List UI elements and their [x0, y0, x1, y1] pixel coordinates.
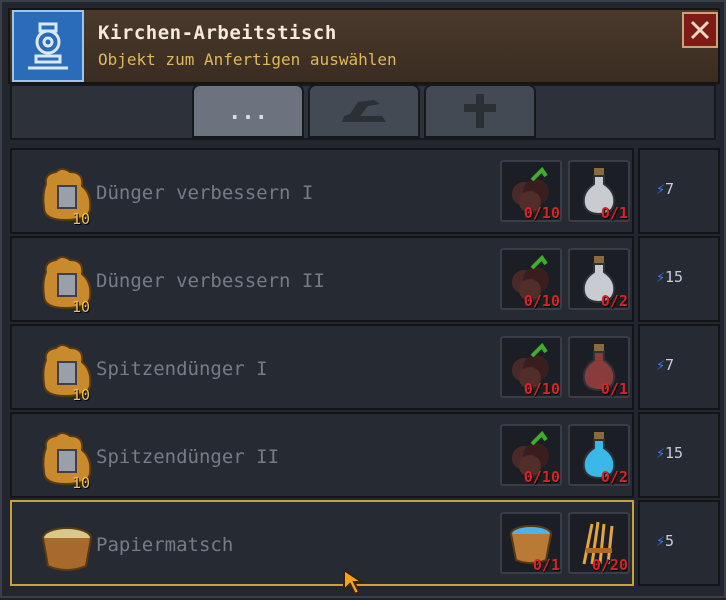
energy-bolt-icon: ⚡ — [656, 180, 666, 198]
mouse-cursor-icon — [342, 568, 366, 600]
workbench-icon — [12, 10, 84, 82]
ingredient-slot[interactable]: 0/1 — [568, 160, 630, 222]
energy-cost: ⚡5 — [638, 500, 720, 586]
dots-icon: ... — [228, 100, 268, 125]
tab-church[interactable] — [424, 84, 536, 138]
energy-value: 5 — [665, 532, 675, 550]
ingredient-slot[interactable]: 0/2 — [568, 248, 630, 310]
ingredient-amount: 0/2 — [600, 292, 628, 310]
energy-cost: ⚡7 — [638, 324, 720, 410]
energy-cost: ⚡15 — [638, 412, 720, 498]
ingredient-slot[interactable]: 0/10 — [500, 248, 562, 310]
ingredient-amount: 0/10 — [523, 292, 560, 310]
ingredient-amount: 0/10 — [523, 468, 560, 486]
energy-value: 15 — [665, 444, 684, 462]
energy-bolt-icon: ⚡ — [656, 268, 666, 286]
energy-value: 15 — [665, 268, 684, 286]
ingredient-amount: 0/2 — [600, 468, 628, 486]
window-header — [8, 8, 720, 84]
recipe-row[interactable]: Papiermatsch 0/1 0/20 — [10, 500, 634, 586]
cross-icon — [464, 94, 496, 128]
ingredient-slot[interactable]: 0/2 — [568, 424, 630, 486]
energy-value: 7 — [665, 180, 675, 198]
ingredient-slot[interactable]: 0/10 — [500, 336, 562, 398]
yield-count: 10 — [72, 474, 91, 492]
energy-bolt-icon: ⚡ — [656, 444, 666, 462]
ingredient-slot[interactable]: 0/20 — [568, 512, 630, 574]
anvil-icon — [342, 100, 386, 122]
ingredient-slot[interactable]: 0/1 — [568, 336, 630, 398]
recipe-row[interactable]: 10 Dünger verbessern I 0/10 0/1 — [10, 148, 634, 234]
ingredient-amount: 0/20 — [591, 556, 628, 574]
energy-value: 7 — [665, 356, 675, 374]
ingredient-slot[interactable]: 0/10 — [500, 424, 562, 486]
recipe-row[interactable]: 10 Spitzendünger I 0/10 0/1 — [10, 324, 634, 410]
tab-all[interactable]: ... — [192, 84, 304, 138]
ingredient-amount: 0/1 — [600, 204, 628, 222]
energy-bolt-icon: ⚡ — [656, 356, 666, 374]
ingredient-amount: 0/1 — [532, 556, 560, 574]
recipe-row[interactable]: 10 Spitzendünger II 0/10 0/2 — [10, 412, 634, 498]
window-subtitle: Objekt zum Anfertigen auswählen — [98, 50, 397, 69]
ingredient-slot[interactable]: 0/10 — [500, 160, 562, 222]
energy-cost: ⚡7 — [638, 148, 720, 234]
yield-count: 10 — [72, 210, 91, 228]
recipe-name: Papiermatsch — [96, 534, 234, 556]
energy-cost: ⚡15 — [638, 236, 720, 322]
window-title: Kirchen-Arbeitstisch — [98, 22, 337, 44]
ingredient-amount: 0/10 — [523, 204, 560, 222]
yield-count: 10 — [72, 386, 91, 404]
energy-bolt-icon: ⚡ — [656, 532, 666, 550]
close-button[interactable] — [682, 12, 718, 48]
bucket-pulp-icon — [36, 516, 98, 576]
recipe-name: Spitzendünger I — [96, 358, 268, 380]
recipe-name: Spitzendünger II — [96, 446, 280, 468]
ingredient-slot[interactable]: 0/1 — [500, 512, 562, 574]
recipe-row[interactable]: 10 Dünger verbessern II 0/10 0/2 — [10, 236, 634, 322]
ingredient-amount: 0/1 — [600, 380, 628, 398]
yield-count: 10 — [72, 298, 91, 316]
tab-tools[interactable] — [308, 84, 420, 138]
recipe-name: Dünger verbessern I — [96, 182, 314, 204]
recipe-name: Dünger verbessern II — [96, 270, 325, 292]
ingredient-amount: 0/10 — [523, 380, 560, 398]
close-icon — [690, 20, 710, 40]
